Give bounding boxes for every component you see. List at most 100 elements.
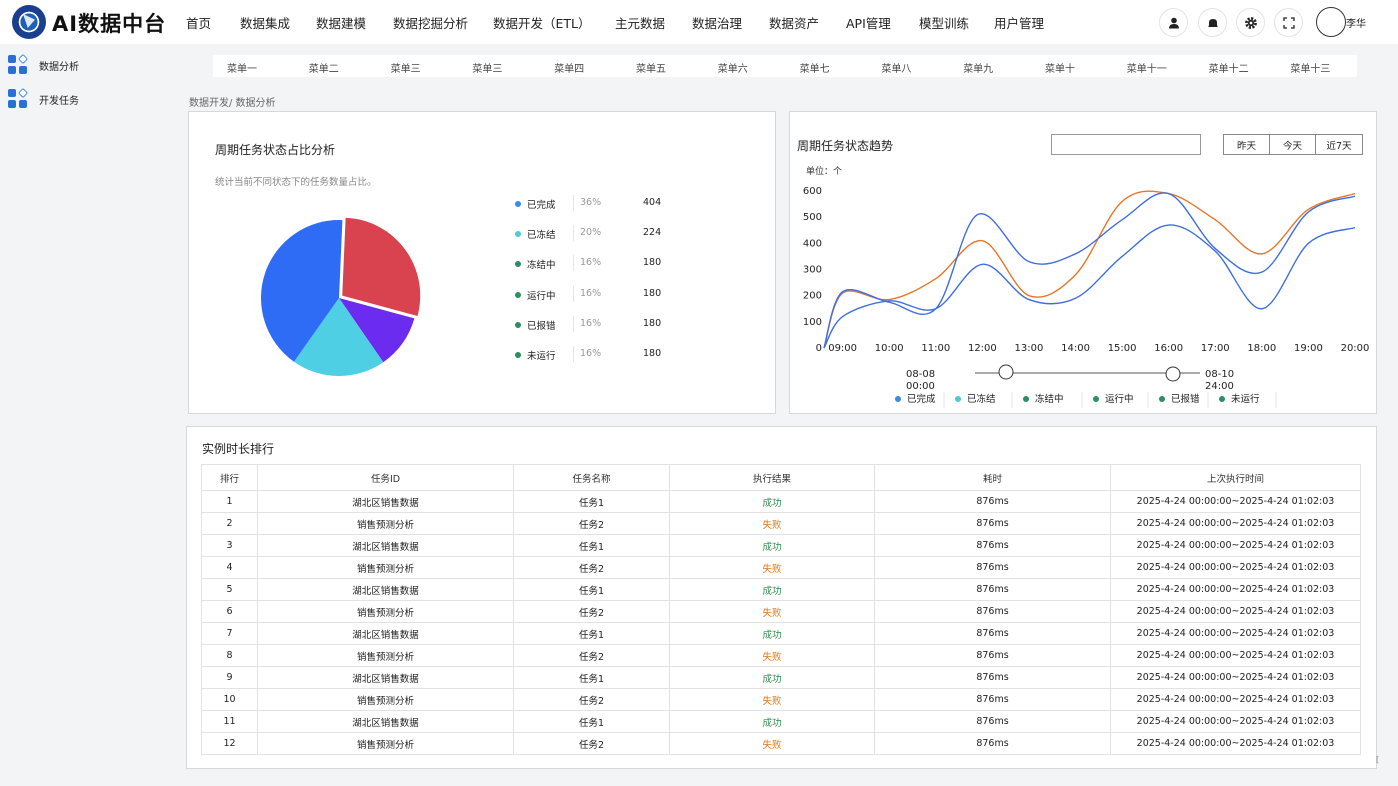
legend-dot	[955, 396, 961, 402]
table-cell: 8	[201, 644, 258, 667]
table-row[interactable]: 3 湖北区销售数据 任务1 成功 876ms 2025-4-24 00:00:00~202…	[201, 534, 1361, 557]
range-slider-end-handle[interactable]	[1165, 366, 1181, 382]
table-cell: 876ms	[874, 732, 1111, 755]
table-row[interactable]: 10 销售预测分析 任务2 失败 876ms 2025-4-24 00:00:00~202…	[201, 688, 1361, 711]
status-cell: 成功	[669, 666, 875, 689]
table-cell: 销售预测分析	[257, 556, 514, 579]
table-row[interactable]: 7 湖北区销售数据 任务1 成功 876ms 2025-4-24 00:00:00~202…	[201, 622, 1361, 645]
nav-item[interactable]: 数据建模	[316, 13, 366, 32]
column-header[interactable]: 执行结果	[669, 464, 875, 491]
user-icon[interactable]	[1159, 8, 1188, 37]
nav-item[interactable]: API管理	[846, 13, 891, 32]
legend-name: 冻结中	[527, 260, 556, 272]
table-cell: 2025-4-24 00:00:00~2025-4-24 01:02:03	[1110, 556, 1361, 579]
column-header[interactable]: 耗时	[874, 464, 1111, 491]
table-cell: 湖北区销售数据	[257, 578, 514, 601]
sub-menu-item[interactable]: 菜单十一	[1127, 60, 1167, 75]
table-cell: 2025-4-24 00:00:00~2025-4-24 01:02:03	[1110, 666, 1361, 689]
table-row[interactable]: 6 销售预测分析 任务2 失败 876ms 2025-4-24 00:00:00~2025…	[201, 600, 1361, 623]
column-header[interactable]: 排行	[201, 464, 258, 491]
trend-panel: 周期任务状态趋势 昨天 今天 近7天 单位：个 0 100 200 300 400 500…	[789, 111, 1377, 414]
sub-menu-item[interactable]: 菜单十	[1045, 60, 1075, 75]
table-row[interactable]: 12 销售预测分析 任务2 失败 876ms 2025-4-24 00:00:00~202…	[201, 732, 1361, 755]
table-row[interactable]: 1 湖北区销售数据 任务1 成功 876ms 2025-4-24 00:00:00~202…	[201, 490, 1361, 513]
table-row[interactable]: 2 销售预测分析 任务2 失败 876ms 2025-4-24 00:00:00~2025…	[201, 512, 1361, 535]
table-row[interactable]: 4 销售预测分析 任务2 失败 876ms 2025-4-24 00:00:00~2025…	[201, 556, 1361, 579]
table-row[interactable]: 8 销售预测分析 任务2 失败 876ms 2025-4-24 00:00:00~2025…	[201, 644, 1361, 667]
x-tick-label: 12:00	[968, 343, 997, 354]
y-tick-label: 400	[803, 238, 822, 249]
sidebar-item-dev-tasks[interactable]: 开发任务	[8, 87, 79, 111]
nav-item[interactable]: 用户管理	[994, 13, 1044, 32]
table-cell: 任务2	[513, 600, 670, 623]
status-cell: 成功	[669, 578, 875, 601]
sub-menu-item[interactable]: 菜单九	[963, 60, 993, 75]
sub-menu-item[interactable]: 菜单八	[881, 60, 911, 75]
trend-legend-name[interactable]: 冻结中	[1035, 393, 1064, 405]
legend-value: 180	[643, 257, 662, 269]
column-header[interactable]: 任务名称	[513, 464, 670, 491]
table-cell: 12	[201, 732, 258, 755]
avatar[interactable]	[1316, 7, 1346, 37]
pie-slice[interactable]	[342, 217, 421, 316]
table-cell: 11	[201, 710, 258, 733]
sub-menu-item[interactable]: 菜单七	[800, 60, 830, 75]
fullscreen-icon[interactable]	[1274, 8, 1303, 37]
trend-legend-name[interactable]: 未运行	[1231, 393, 1260, 405]
legend-dot	[1219, 396, 1225, 402]
table-cell: 876ms	[874, 710, 1111, 733]
trend-legend-name[interactable]: 已冻结	[967, 393, 996, 405]
nav-item[interactable]: 数据开发（ETL）	[493, 13, 591, 32]
bell-icon[interactable]	[1198, 8, 1227, 37]
range-slider-start-handle[interactable]	[998, 364, 1014, 380]
breadcrumb: 数据开发/ 数据分析	[189, 98, 276, 109]
sidebar-item-data-analysis[interactable]: 数据分析	[8, 53, 79, 77]
table-cell: 2025-4-24 00:00:00~2025-4-24 01:02:03	[1110, 688, 1361, 711]
sub-menu-item[interactable]: 菜单五	[636, 60, 666, 75]
series-line	[823, 224, 1356, 349]
trend-legend-name[interactable]: 运行中	[1105, 393, 1134, 405]
app-root: AI数据中台 首页 数据集成 数据建模 数据挖掘分析 数据开发（ETL） 主元数据 数据治理…	[0, 0, 1398, 786]
table-row[interactable]: 9 湖北区销售数据 任务1 成功 876ms 2025-4-24 00:00:00~202…	[201, 666, 1361, 689]
user-name[interactable]: 李华	[1346, 15, 1366, 30]
table-row[interactable]: 5 湖北区销售数据 任务1 成功 876ms 2025-4-24 00:00:00~202…	[201, 578, 1361, 601]
trend-legend-name[interactable]: 已完成	[907, 393, 936, 405]
sub-menu-item[interactable]: 菜单十二	[1209, 60, 1249, 75]
table-cell: 销售预测分析	[257, 688, 514, 711]
sub-menu-item[interactable]: 菜单三	[391, 60, 421, 75]
nav-item[interactable]: 首页	[186, 13, 211, 32]
legend-divider	[573, 255, 574, 272]
nav-item[interactable]: 模型训练	[919, 13, 969, 32]
sub-menu-item[interactable]: 菜单四	[554, 60, 584, 75]
column-header[interactable]: 任务ID	[257, 464, 514, 491]
sub-menu-item[interactable]: 菜单六	[718, 60, 748, 75]
legend-dot	[1159, 396, 1165, 402]
table-cell: 876ms	[874, 600, 1111, 623]
trend-legend-name[interactable]: 已报错	[1171, 393, 1200, 405]
nav-item[interactable]: 数据资产	[769, 13, 819, 32]
table-row[interactable]: 11 湖北区销售数据 任务1 成功 876ms 2025-4-24 00:00:00~20…	[201, 710, 1361, 733]
column-header[interactable]: 上次执行时间	[1110, 464, 1361, 491]
nav-item[interactable]: 主元数据	[615, 13, 665, 32]
legend-dot	[515, 231, 521, 238]
resize-handle[interactable]: [	[1376, 755, 1379, 764]
table-cell: 876ms	[874, 666, 1111, 689]
table-cell: 876ms	[874, 490, 1111, 513]
sub-menu-item[interactable]: 菜单一	[227, 60, 257, 75]
gear-icon[interactable]	[1236, 8, 1265, 37]
sub-menu-item[interactable]: 菜单十三	[1290, 60, 1330, 75]
nav-item[interactable]: 数据治理	[692, 13, 742, 32]
table-cell: 任务1	[513, 534, 670, 557]
x-tick-label: 14:00	[1061, 343, 1090, 354]
nav-item[interactable]: 数据集成	[240, 13, 290, 32]
table-cell: 销售预测分析	[257, 512, 514, 535]
line-chart: 0 100 200 300 400 500 600 09:00 10:00 11:00 12:00 1…	[803, 186, 1369, 408]
sub-menu-item[interactable]: 菜单三	[472, 60, 502, 75]
legend-percent: 16%	[580, 287, 602, 299]
nav-item[interactable]: 数据挖掘分析	[393, 13, 468, 32]
legend-value: 224	[643, 227, 662, 239]
y-tick-label: 500	[803, 212, 822, 223]
table-cell: 销售预测分析	[257, 732, 514, 755]
sub-menu-item[interactable]: 菜单二	[309, 60, 339, 75]
table-cell: 任务2	[513, 512, 670, 535]
